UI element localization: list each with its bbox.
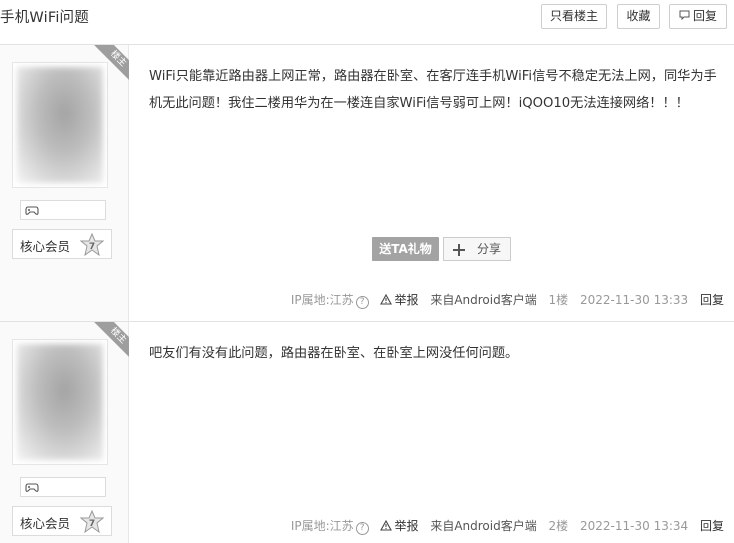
share-plus-icon <box>453 244 465 256</box>
member-level-badge[interactable]: 核心会员 7 <box>12 229 112 259</box>
floor-number: 2楼 <box>548 519 569 533</box>
gamepad-icon <box>25 483 39 492</box>
share-label: 分享 <box>477 242 502 256</box>
reply-link[interactable]: 回复 <box>700 519 724 533</box>
post-floor-2: 核心会员 7 楼主 吧友们有没有此问题，路由器在卧室、在卧室上网没任何问题。 I… <box>0 322 734 543</box>
favorite-button[interactable]: 收藏 <box>617 4 660 29</box>
help-icon[interactable]: ? <box>355 296 369 309</box>
level-star-icon: 7 <box>80 510 104 534</box>
post-content: WiFi只能靠近路由器上网正常，路由器在卧室、在客厅连手机WiFi信号不稳定无法… <box>149 69 717 111</box>
ip-location: IP属地:江苏? <box>291 293 369 309</box>
op-tag: 楼主 <box>92 322 129 359</box>
post-time: 2022-11-30 13:33 <box>580 293 689 307</box>
op-ribbon: 楼主 <box>92 322 129 359</box>
level-star-icon: 7 <box>80 233 104 257</box>
member-level: 7 <box>89 242 95 252</box>
share-button[interactable]: 分享 <box>443 237 511 261</box>
ip-location: IP属地:江苏? <box>291 519 369 535</box>
source-client: 来自Android客户端 <box>430 293 537 307</box>
post-time: 2022-11-30 13:34 <box>580 519 689 533</box>
badge-slot <box>20 200 106 220</box>
warning-icon <box>380 293 393 305</box>
report-link[interactable]: 举报 <box>380 519 418 533</box>
member-label: 核心会员 <box>20 239 71 254</box>
report-label: 举报 <box>394 519 419 533</box>
gamepad-icon <box>25 206 39 215</box>
thread-header: 手机WiFi问题 只看楼主 收藏 回复 <box>0 0 734 45</box>
post-content: 吧友们有没有此问题，路由器在卧室、在卧室上网没任何问题。 <box>149 346 519 361</box>
reply-link[interactable]: 回复 <box>700 293 724 307</box>
send-gift-button[interactable]: 送TA礼物 <box>372 237 439 261</box>
reply-icon <box>679 5 690 28</box>
thread-title: 手机WiFi问题 <box>0 10 89 26</box>
report-link[interactable]: 举报 <box>380 293 418 307</box>
op-ribbon: 楼主 <box>92 45 129 82</box>
member-level: 7 <box>89 519 95 529</box>
author-sidebar: 核心会员 7 <box>0 45 129 321</box>
reply-button-label: 回复 <box>692 9 717 23</box>
member-level-badge[interactable]: 核心会员 7 <box>12 506 112 536</box>
post-floor-1: 核心会员 7 楼主 WiFi只能靠近路由器上网正常，路由器在卧室、在客厅连手机W… <box>0 45 734 321</box>
floor-number: 1楼 <box>548 293 569 307</box>
post-meta: IP属地:江苏? 举报 来自Android客户端 2楼 2022-11-30 1… <box>283 517 724 535</box>
reply-button[interactable]: 回复 <box>669 4 727 29</box>
only-op-button[interactable]: 只看楼主 <box>541 4 607 29</box>
badge-slot <box>20 477 106 497</box>
help-icon[interactable]: ? <box>355 522 369 535</box>
op-tag: 楼主 <box>92 45 129 82</box>
member-label: 核心会员 <box>20 516 71 531</box>
report-label: 举报 <box>394 293 419 307</box>
source-client: 来自Android客户端 <box>430 519 537 533</box>
post-meta: IP属地:江苏? 举报 来自Android客户端 1楼 2022-11-30 1… <box>283 291 724 309</box>
warning-icon <box>380 519 393 531</box>
